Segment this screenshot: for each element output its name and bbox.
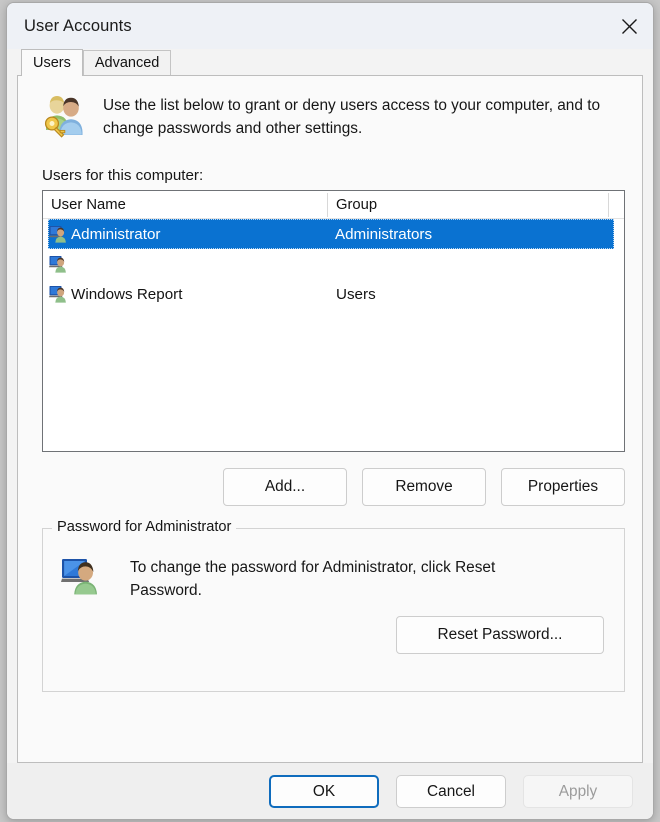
table-row[interactable]: Windows Report Users (43, 279, 624, 309)
tab-users[interactable]: Users (21, 49, 83, 75)
tab-advanced[interactable]: Advanced (83, 50, 172, 75)
password-description-row: To change the password for Administrator… (43, 529, 624, 602)
user-accounts-dialog: User Accounts Users Advanced (6, 2, 654, 820)
add-button[interactable]: Add... (223, 468, 347, 506)
column-header-group[interactable]: Group (328, 191, 609, 219)
description-row: Use the list below to grant or deny user… (18, 76, 642, 145)
user-icon (48, 285, 69, 303)
table-row[interactable] (43, 249, 624, 279)
tab-page-users: Use the list below to grant or deny user… (17, 75, 643, 763)
users-list[interactable]: User Name Group (42, 190, 625, 452)
row-user-name-cell: Administrator (48, 225, 335, 243)
tab-users-label: Users (33, 55, 71, 71)
list-header: User Name Group (43, 191, 624, 219)
row-user-name-cell: Windows Report (48, 285, 336, 303)
column-header-extra[interactable] (609, 191, 624, 219)
remove-button[interactable]: Remove (362, 468, 486, 506)
description-text: Use the list below to grant or deny user… (97, 92, 624, 145)
password-group-box: Password for Administrator To change the (42, 528, 625, 692)
users-key-icon (39, 92, 97, 145)
window-title: User Accounts (7, 17, 132, 36)
tab-advanced-label: Advanced (95, 55, 160, 71)
column-header-user-name[interactable]: User Name (43, 191, 328, 219)
row-user-name: Administrator (71, 226, 160, 243)
close-icon (621, 18, 638, 35)
column-header-user-name-label: User Name (51, 197, 126, 213)
row-group: Users (336, 286, 616, 303)
password-description-text: To change the password for Administrator… (117, 556, 547, 602)
close-button[interactable] (605, 3, 653, 49)
tab-strip: Users Advanced (7, 49, 653, 75)
password-group-legend: Password for Administrator (52, 519, 236, 535)
password-button-row: Reset Password... (43, 602, 624, 654)
dialog-button-bar: OK Cancel Apply (7, 763, 653, 819)
row-user-name: Windows Report (71, 286, 182, 303)
column-header-group-label: Group (336, 197, 377, 213)
reset-password-button[interactable]: Reset Password... (396, 616, 604, 654)
row-user-name-cell (48, 255, 336, 273)
user-monitor-icon (61, 556, 117, 602)
ok-button[interactable]: OK (269, 775, 379, 808)
users-list-label: Users for this computer: (18, 145, 642, 190)
user-icon (48, 225, 69, 243)
cancel-button[interactable]: Cancel (396, 775, 506, 808)
user-icon (48, 255, 69, 273)
row-group: Administrators (335, 226, 614, 243)
title-bar: User Accounts (7, 3, 653, 49)
properties-button[interactable]: Properties (501, 468, 625, 506)
apply-button: Apply (523, 775, 633, 808)
list-action-buttons: Add... Remove Properties (18, 452, 642, 506)
table-row[interactable]: Administrator Administrators (48, 219, 614, 249)
